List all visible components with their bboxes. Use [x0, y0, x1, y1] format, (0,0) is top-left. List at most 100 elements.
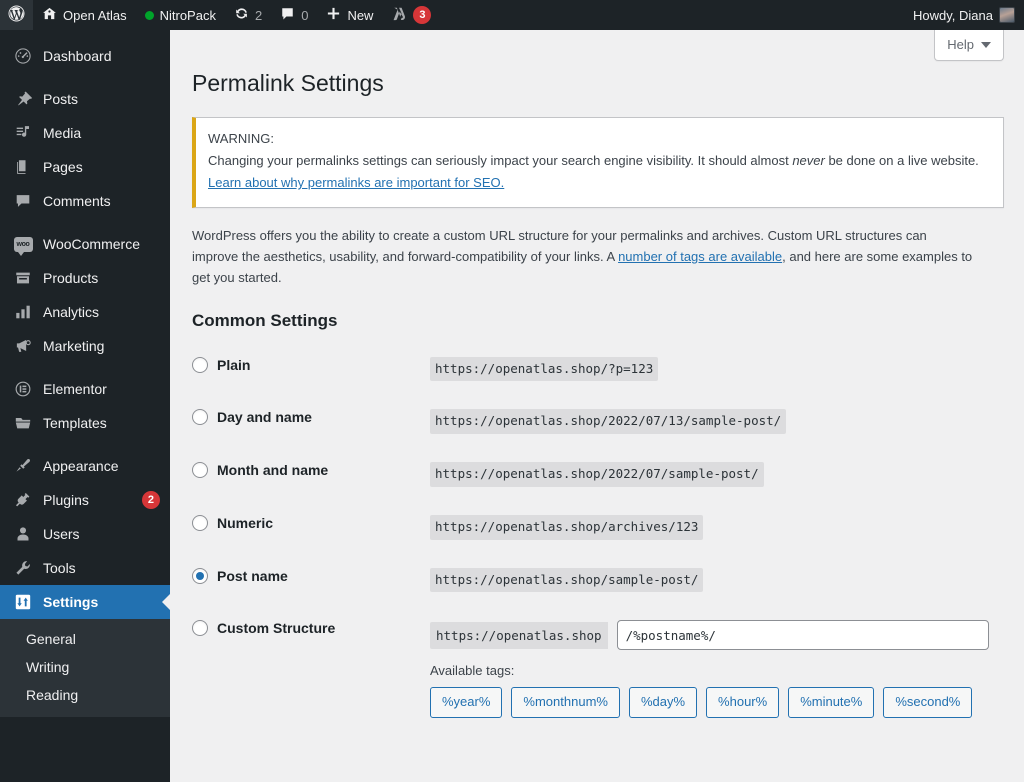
- permalink-options-table: Plain https://openatlas.shop/?p=123 Day …: [192, 343, 1006, 732]
- radio-input-custom-structure[interactable]: [192, 620, 208, 637]
- custom-structure-input[interactable]: [616, 620, 989, 651]
- sidebar-item-comments[interactable]: Comments: [0, 184, 170, 218]
- warning-body: Changing your permalinks settings can se…: [208, 151, 991, 171]
- paintbrush-icon: [13, 456, 33, 476]
- tag-button-hour[interactable]: %hour%: [706, 687, 780, 719]
- yoast-seo-button[interactable]: 3: [382, 0, 440, 30]
- tag-button-day[interactable]: %day%: [628, 687, 698, 719]
- submenu-item-reading[interactable]: Reading: [0, 681, 170, 709]
- site-name-button[interactable]: Open Atlas: [33, 0, 136, 30]
- page-wrap: Help Permalink Settings WARNING: Changin…: [170, 30, 1024, 732]
- radio-label-month-and-name: Month and name: [217, 462, 329, 479]
- yoast-count-badge: 3: [413, 6, 432, 24]
- table-row: Numeric https://openatlas.shop/archives/…: [192, 501, 1006, 554]
- products-icon: [13, 268, 33, 288]
- radio-option-plain[interactable]: Plain: [192, 356, 420, 373]
- example-url-post-name: https://openatlas.shop/sample-post/: [430, 567, 704, 593]
- comments-button[interactable]: 0: [271, 0, 317, 30]
- help-tab-button[interactable]: Help: [934, 30, 1004, 61]
- dashboard-icon: [13, 46, 33, 66]
- wrench-icon: [13, 558, 33, 578]
- sidebar-item-users[interactable]: Users: [0, 517, 170, 551]
- tag-button-year[interactable]: %year%: [430, 687, 503, 719]
- table-row: Plain https://openatlas.shop/?p=123: [192, 343, 1006, 396]
- account-greeting: Howdy, Diana: [913, 7, 993, 23]
- account-menu[interactable]: Howdy, Diana: [904, 0, 1024, 30]
- custom-structure-row: https://openatlas.shop: [430, 620, 996, 651]
- main-content: Help Permalink Settings WARNING: Changin…: [170, 30, 1024, 782]
- sidebar-item-media[interactable]: Media: [0, 116, 170, 150]
- sidebar-item-label: Comments: [43, 193, 111, 209]
- submenu-item-writing[interactable]: Writing: [0, 653, 170, 681]
- option-cell-numeric: Numeric: [192, 501, 430, 554]
- radio-label-post-name: Post name: [217, 567, 288, 584]
- radio-input-post-name[interactable]: [192, 567, 208, 584]
- seo-permalinks-link[interactable]: Learn about why permalinks are important…: [208, 175, 504, 190]
- radio-label-day-and-name: Day and name: [217, 409, 312, 426]
- tag-button-minute[interactable]: %minute%: [788, 687, 875, 719]
- sidebar-item-tools[interactable]: Tools: [0, 551, 170, 585]
- radio-input-month-and-name[interactable]: [192, 462, 208, 479]
- option-example-plain: https://openatlas.shop/?p=123: [430, 343, 1006, 396]
- available-tags-label: Available tags:: [430, 663, 515, 679]
- avatar: [999, 7, 1015, 23]
- sidebar-item-marketing[interactable]: Marketing: [0, 329, 170, 363]
- radio-option-day-and-name[interactable]: Day and name: [192, 409, 420, 426]
- sidebar-item-woocommerce[interactable]: woo WooCommerce: [0, 227, 170, 261]
- sidebar-item-pages[interactable]: Pages: [0, 150, 170, 184]
- sidebar-item-label: Templates: [43, 415, 107, 431]
- sidebar-item-templates[interactable]: Templates: [0, 406, 170, 440]
- radio-input-plain[interactable]: [192, 356, 208, 373]
- permalink-warning-notice: WARNING: Changing your permalinks settin…: [192, 116, 1004, 209]
- sidebar-item-label: Products: [43, 270, 99, 286]
- sidebar-item-label: Settings: [43, 594, 99, 610]
- available-tags-link[interactable]: number of tags are available: [618, 249, 782, 264]
- wordpress-logo-button[interactable]: [0, 0, 33, 30]
- custom-structure-cell: https://openatlas.shop Available tags: %…: [430, 606, 1006, 732]
- settings-sliders-icon: [13, 592, 33, 612]
- settings-submenu: General Writing Reading: [0, 619, 170, 717]
- sidebar-item-settings[interactable]: Settings: [0, 585, 170, 619]
- example-url-numeric: https://openatlas.shop/archives/123: [430, 514, 704, 540]
- nitropack-button[interactable]: NitroPack: [136, 0, 225, 30]
- sidebar-item-dashboard[interactable]: Dashboard: [0, 39, 170, 73]
- updates-count: 2: [254, 7, 263, 23]
- submenu-item-general[interactable]: General: [0, 625, 170, 653]
- tag-button-second[interactable]: %second%: [883, 687, 973, 719]
- tag-button-monthnum[interactable]: %monthnum%: [511, 687, 620, 719]
- folder-icon: [13, 413, 33, 433]
- available-tags-row: %year% %monthnum% %day% %hour% %minute% …: [430, 687, 996, 719]
- plugin-icon: [13, 490, 33, 510]
- menu-spacer: [0, 440, 170, 449]
- radio-option-month-and-name[interactable]: Month and name: [192, 462, 420, 479]
- warning-body-part1: Changing your permalinks settings can se…: [208, 153, 793, 169]
- permalink-intro-text: WordPress offers you the ability to crea…: [192, 226, 974, 288]
- sidebar-item-elementor[interactable]: Elementor: [0, 372, 170, 406]
- updates-button[interactable]: 2: [225, 0, 271, 30]
- radio-option-numeric[interactable]: Numeric: [192, 514, 420, 531]
- sidebar-item-analytics[interactable]: Analytics: [0, 295, 170, 329]
- option-cell-plain: Plain: [192, 343, 430, 396]
- media-icon: [13, 123, 33, 143]
- radio-input-numeric[interactable]: [192, 514, 208, 531]
- table-row: Month and name https://openatlas.shop/20…: [192, 448, 1006, 501]
- radio-input-day-and-name[interactable]: [192, 409, 208, 426]
- sidebar-item-label: Dashboard: [43, 48, 112, 64]
- table-row: Custom Structure https://openatlas.shop …: [192, 606, 1006, 732]
- example-url-month-and-name: https://openatlas.shop/2022/07/sample-po…: [430, 462, 764, 487]
- sidebar-item-posts[interactable]: Posts: [0, 82, 170, 116]
- admin-sidebar-menu: Dashboard Posts Media Pages Comments woo…: [0, 30, 170, 782]
- sidebar-item-label: WooCommerce: [43, 236, 140, 252]
- table-row: Day and name https://openatlas.shop/2022…: [192, 395, 1006, 448]
- new-content-button[interactable]: New: [317, 0, 382, 30]
- woocommerce-icon: woo: [13, 234, 33, 256]
- option-cell-custom-structure: Custom Structure: [192, 606, 430, 732]
- option-cell-post-name: Post name: [192, 554, 430, 607]
- sidebar-item-appearance[interactable]: Appearance: [0, 449, 170, 483]
- sidebar-item-products[interactable]: Products: [0, 261, 170, 295]
- radio-option-custom-structure[interactable]: Custom Structure: [192, 620, 420, 637]
- radio-option-post-name[interactable]: Post name: [192, 567, 420, 584]
- sidebar-item-label: Media: [43, 125, 82, 141]
- help-tab-label: Help: [947, 37, 974, 52]
- sidebar-item-plugins[interactable]: Plugins 2: [0, 483, 170, 517]
